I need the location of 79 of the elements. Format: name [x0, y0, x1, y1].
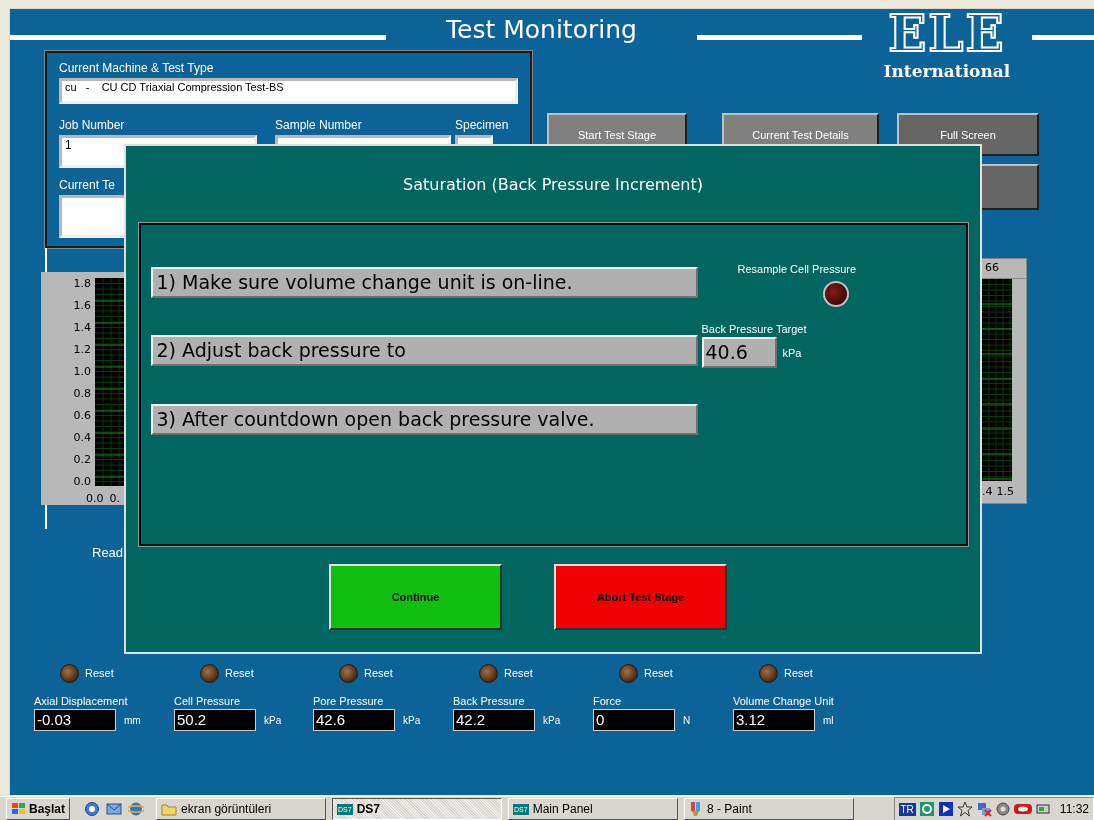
reading-value: 3.12 [733, 709, 815, 731]
abort-button[interactable]: Abort Test Stage [554, 564, 727, 630]
reset-label: Reset [85, 667, 114, 679]
reading-value: 42.6 [313, 709, 395, 731]
unit-label: mm [124, 714, 141, 726]
mail-icon[interactable] [106, 801, 123, 817]
continue-button[interactable]: Continue [329, 564, 502, 630]
reset-label: Reset [504, 667, 533, 679]
axis-tick-label: 1.6 [73, 299, 91, 312]
language-indicator[interactable]: TR [898, 802, 916, 816]
unit-label: kPa [543, 714, 561, 726]
reset-led[interactable] [619, 663, 638, 683]
reset-label: Reset [364, 667, 393, 679]
axis-tick-label: 0.0 [86, 491, 104, 507]
reset-led[interactable] [200, 663, 219, 683]
reset-led[interactable] [759, 663, 778, 683]
axis-tick-label: 1.8 [73, 277, 91, 290]
field-label: Current Machine & Test Type [59, 61, 214, 75]
windows-flag-icon [11, 802, 27, 816]
folder-icon [161, 802, 178, 816]
browser-icon[interactable] [84, 801, 101, 817]
reading-label: Pore Pressure [313, 695, 385, 707]
field-label: Current Te [59, 177, 115, 192]
panel-title: Test Monitoring [445, 14, 638, 44]
field-label: Job Number [59, 117, 125, 132]
unit-label: kPa [782, 346, 802, 359]
reading-value: -0.03 [34, 709, 116, 731]
field-label: Sample Number [275, 117, 362, 132]
reading-value: 42.2 [453, 709, 535, 731]
unit-label: kPa [264, 714, 282, 726]
reset-label: Reset [644, 667, 673, 679]
status-text: Read [92, 545, 125, 560]
unit-label: ml [823, 714, 834, 726]
axis-tick-label: 0.2 [73, 453, 91, 466]
reading-label: Volume Change Unit [733, 695, 835, 707]
reset-label: Reset [225, 667, 254, 679]
tray-app-icon[interactable] [918, 801, 935, 817]
axis-tick-label: 1.5 [996, 484, 1014, 500]
axis-tick-label: 0.8 [73, 387, 91, 400]
reading-label: Force [593, 695, 623, 707]
start-button[interactable]: Başlat [6, 798, 71, 820]
network-icon[interactable] [975, 801, 992, 817]
instruction-text: 3) After countdown open back pressure valve. [150, 404, 698, 435]
resample-label: Resample Cell Pressure [737, 263, 857, 275]
star-icon[interactable] [956, 801, 973, 817]
axis-tick-label: 1.4 [73, 321, 91, 334]
reading-value: 50.2 [174, 709, 256, 731]
unit-label: N [683, 714, 691, 726]
axis-tick-label: 0.6 [73, 409, 91, 422]
axis-tick-label: 0.0 [73, 475, 91, 488]
instruction-text: 1) Make sure volume change unit is on-line. [150, 267, 698, 298]
axis-tick-label: 0.4 [73, 431, 91, 444]
reading-label: Cell Pressure [174, 695, 242, 707]
axis-tick-label: 1.0 [73, 365, 91, 378]
target-label: Back Pressure Target [701, 323, 808, 335]
reset-led[interactable] [60, 663, 79, 683]
clock: 11:32 [1059, 802, 1089, 816]
reset-led[interactable] [479, 663, 498, 683]
axis-tick-label: .4 [982, 484, 993, 500]
taskbar-task[interactable]: ekran görüntüleri [156, 798, 327, 820]
reset-led[interactable] [339, 663, 358, 683]
reading-label: Back Pressure [453, 695, 526, 707]
reading-label: Axial Displacement [34, 695, 129, 707]
taskbar-task[interactable]: 8 - Paint [684, 798, 855, 820]
browser-icon[interactable] [128, 801, 145, 817]
field-label: Specimen [455, 117, 509, 132]
reset-label: Reset [784, 667, 813, 679]
unit-label: kPa [403, 714, 421, 726]
instruction-text: 2) Adjust back pressure to [150, 335, 698, 366]
axis-tick-label: 0. [109, 491, 120, 507]
target-value-field[interactable]: 40.6 [701, 337, 777, 368]
input-field[interactable]: cu - CU CD Triaxial Compression Test-BS [59, 78, 518, 104]
play-icon[interactable] [937, 801, 954, 817]
reading-value: 0 [593, 709, 675, 731]
logo-subtitle: International [883, 61, 1011, 81]
logo-mark: ELE [888, 9, 1006, 59]
indicator-led[interactable] [822, 281, 849, 307]
axis-tick-label: 1.2 [73, 343, 91, 356]
dialog-title: Saturation (Back Pressure Increment) [403, 175, 703, 196]
